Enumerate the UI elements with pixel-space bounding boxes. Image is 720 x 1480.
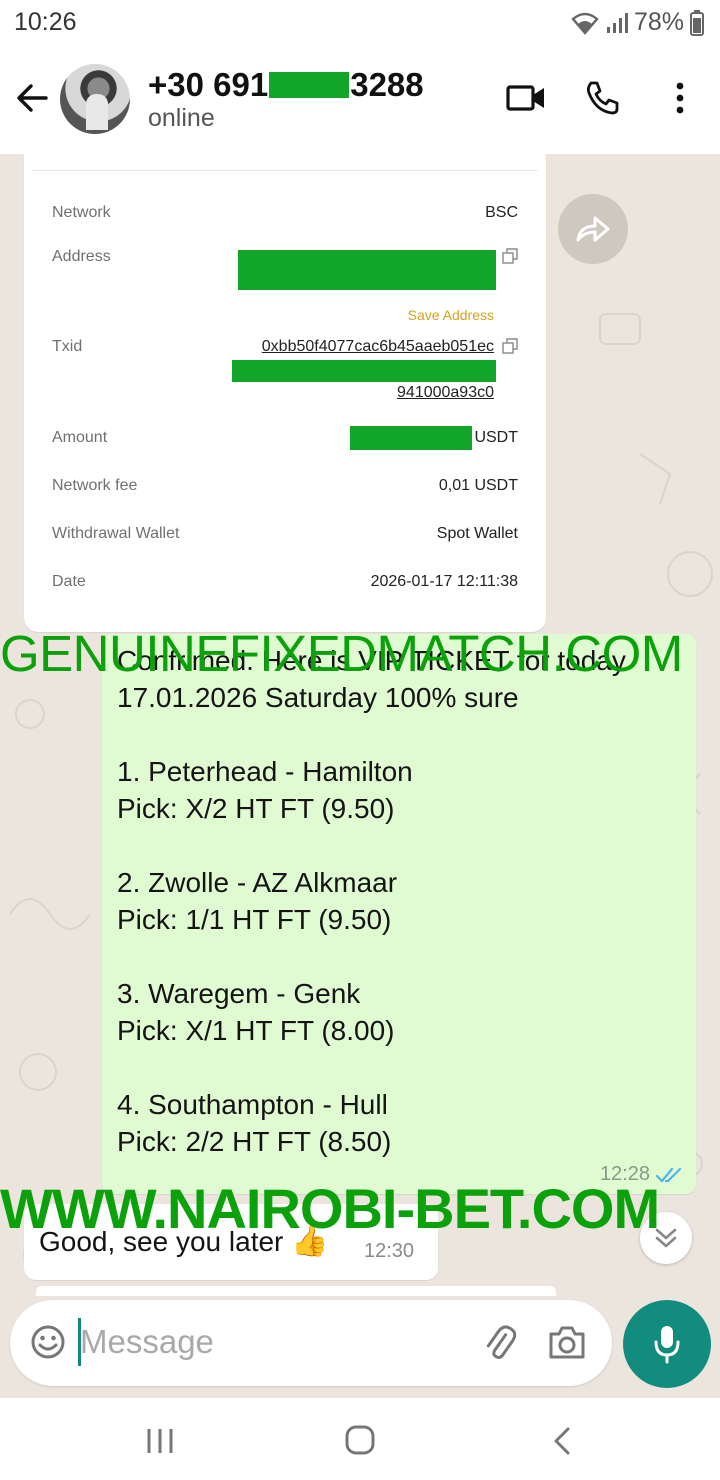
receipt-image[interactable]: Network BSC Address Save Address Txid 0x… <box>24 154 546 632</box>
contact-phone-suffix: 3288 <box>350 66 424 103</box>
outgoing-message[interactable]: Confrimed. Here is VIP TICKET for today … <box>102 634 696 1194</box>
status-indicators: 78% <box>570 8 704 37</box>
save-address-link: Save Address <box>407 307 494 323</box>
txid-redaction <box>232 360 496 382</box>
contact-phone[interactable]: +30 691 3288 <box>148 66 424 104</box>
system-navigation-bar <box>0 1398 720 1480</box>
attach-icon[interactable] <box>480 1324 518 1362</box>
nav-back-icon[interactable] <box>550 1426 574 1456</box>
divider <box>32 170 538 171</box>
forward-button[interactable] <box>558 194 628 264</box>
receipt-date-label: Date <box>52 573 86 590</box>
chat-header: +30 691 3288 online <box>0 44 720 154</box>
watermark-top: GENUINEFIXEDMATCH.COM <box>0 625 683 682</box>
camera-icon[interactable] <box>548 1324 586 1360</box>
video-call-icon[interactable] <box>506 82 546 114</box>
receipt-fee-label: Network fee <box>52 477 138 494</box>
home-icon[interactable] <box>344 1424 376 1456</box>
receipt-date-value: 2026-01-17 12:11:38 <box>370 573 518 590</box>
receipt-wallet-label: Withdrawal Wallet <box>52 525 180 542</box>
message-composer <box>10 1300 612 1386</box>
more-options-icon[interactable] <box>668 80 692 116</box>
receipt-network-value: BSC <box>485 204 518 221</box>
phone-redaction <box>269 72 350 98</box>
copy-icon <box>502 338 518 354</box>
receipt-amount-value: USDT <box>474 429 518 446</box>
address-redaction <box>238 250 496 290</box>
next-message-edge <box>36 1286 556 1296</box>
back-arrow-icon[interactable] <box>14 80 50 116</box>
emoji-icon[interactable] <box>30 1324 66 1360</box>
receipt-txid-line1: 0xbb50f4077cac6b45aaeb051ec <box>261 338 494 355</box>
amount-redaction <box>350 426 472 450</box>
microphone-icon <box>654 1326 680 1364</box>
message-input[interactable] <box>80 1316 460 1368</box>
voice-call-icon[interactable] <box>584 80 620 116</box>
receipt-network-label: Network <box>52 204 111 221</box>
receipt-fee-value: 0,01 USDT <box>438 477 518 494</box>
voice-message-button[interactable] <box>623 1300 711 1388</box>
receipt-txid-label: Txid <box>52 338 83 355</box>
chat-area[interactable]: Network BSC Address Save Address Txid 0x… <box>0 154 720 1298</box>
receipt-address-label: Address <box>52 248 111 265</box>
outgoing-message-text: Confrimed. Here is VIP TICKET for today … <box>117 645 626 1157</box>
copy-icon <box>502 248 518 264</box>
signal-icon <box>606 12 628 34</box>
battery-text: 78% <box>633 8 684 36</box>
status-bar: 10:26 78% <box>0 0 720 44</box>
battery-icon <box>690 9 704 36</box>
receipt-txid-line3: 941000a93c0 <box>397 384 494 401</box>
status-time: 10:26 <box>14 8 77 36</box>
incoming-message-time: 12:30 <box>364 1240 415 1262</box>
forward-icon <box>576 216 610 242</box>
wifi-icon <box>570 11 600 35</box>
contact-status: online <box>148 104 215 132</box>
receipt-wallet-value: Spot Wallet <box>436 525 518 542</box>
contact-avatar[interactable] <box>60 64 130 134</box>
contact-phone-prefix: +30 691 <box>148 66 269 103</box>
recent-apps-icon[interactable] <box>146 1428 174 1454</box>
receipt-amount-label: Amount <box>52 429 108 446</box>
watermark-bottom: WWW.NAIROBI-BET.COM <box>0 1177 660 1240</box>
